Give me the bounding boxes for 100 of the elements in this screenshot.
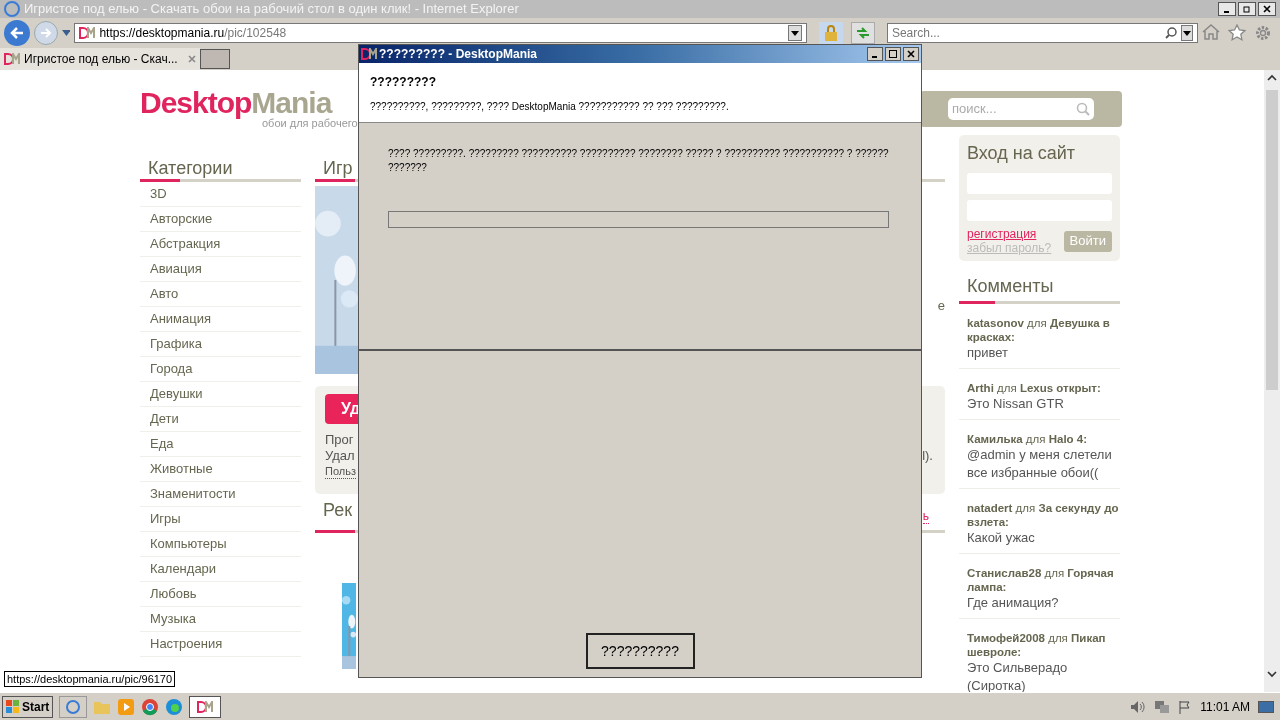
category-link[interactable]: Игры xyxy=(140,507,301,532)
start-button[interactable]: Start xyxy=(2,695,54,718)
category-link[interactable]: Авиация xyxy=(140,257,301,282)
promo-text: Прог xyxy=(325,432,355,448)
category-link[interactable]: Авторские xyxy=(140,207,301,232)
category-link[interactable]: Анимация xyxy=(140,307,301,332)
comment-text: @admin у меня слетели все избранные обои(( xyxy=(967,446,1113,482)
windows-logo-icon xyxy=(6,699,20,714)
minimize-button[interactable] xyxy=(1218,2,1236,16)
padlock-icon xyxy=(825,25,838,41)
comment-text: Это Nissan GTR xyxy=(967,395,1065,413)
home-icon[interactable] xyxy=(1202,24,1220,40)
restore-button[interactable] xyxy=(1238,2,1256,16)
category-link[interactable]: Животные xyxy=(140,457,301,482)
category-link[interactable]: Дети xyxy=(140,407,301,432)
maximize-button[interactable] xyxy=(885,47,901,61)
browser-tab[interactable]: Игристое под елью - Скач... xyxy=(0,48,200,70)
comment-heading[interactable]: natadert для За секунду до взлета: xyxy=(967,501,1120,529)
dialog-button[interactable]: ?????????? xyxy=(585,633,695,669)
new-tab-button[interactable] xyxy=(200,49,230,69)
desktopmania-taskbar-button[interactable] xyxy=(189,695,222,718)
caret-icon xyxy=(791,30,800,36)
scroll-up-icon[interactable] xyxy=(1267,74,1277,82)
comment-text: Это Сильверадо (Сиротка) xyxy=(967,659,1069,692)
text-fragment: е xyxy=(937,297,945,315)
close-icon xyxy=(907,50,915,58)
dialog-header-title: ????????? xyxy=(370,74,437,91)
ie-taskbar-icon[interactable] xyxy=(59,695,88,718)
caret-icon xyxy=(1183,30,1191,36)
close-icon[interactable] xyxy=(188,55,196,63)
category-link[interactable]: Еда xyxy=(140,432,301,457)
forward-button[interactable] xyxy=(33,21,58,45)
search-placeholder: Search... xyxy=(891,25,940,42)
scroll-down-icon[interactable] xyxy=(1267,670,1277,678)
search-icon xyxy=(1165,27,1177,39)
category-link[interactable]: Абстракция xyxy=(140,232,301,257)
settings-icon[interactable] xyxy=(1254,24,1272,42)
close-button[interactable] xyxy=(903,47,919,61)
refresh-arrows-icon xyxy=(856,27,871,39)
lock-button[interactable] xyxy=(819,22,844,44)
section-heading: Комменты xyxy=(966,275,1055,298)
category-link[interactable]: Музыка xyxy=(140,607,301,632)
site-logo-icon xyxy=(197,700,214,713)
flag-icon[interactable] xyxy=(1178,699,1193,714)
show-desktop-button[interactable] xyxy=(1258,700,1274,713)
site-logo-icon xyxy=(361,48,377,60)
section-heading: Рек xyxy=(322,499,353,522)
address-dropdown-button[interactable] xyxy=(788,25,803,41)
minimize-button[interactable] xyxy=(867,47,883,61)
dialog-title: ????????? - DesktopMania xyxy=(379,46,537,63)
site-logo-icon xyxy=(79,27,96,39)
promo-text: Удал xyxy=(325,448,355,464)
category-link[interactable]: Города xyxy=(140,357,301,382)
caret-icon xyxy=(61,30,71,36)
maximize-icon xyxy=(889,50,897,58)
back-button[interactable] xyxy=(4,20,30,46)
speaker-icon[interactable] xyxy=(1130,699,1147,714)
forward-arrow-icon xyxy=(39,28,52,38)
comment-heading[interactable]: Станислав28 для Горячая лампа: xyxy=(967,566,1120,594)
comment-text: привет xyxy=(967,344,1010,362)
scrollbar-thumb[interactable] xyxy=(1266,90,1278,390)
media-player-icon[interactable] xyxy=(117,697,136,716)
dialog-body-text: ???? ?????????. ????????? ?????????? ?????????? ???????? ????? ? ?????????? ??????????? ? ?????? ??????? xyxy=(388,147,890,175)
window-title: Игристое под елью - Скачать обои на рабочий стол в один клик! - Internet Explorer xyxy=(24,0,519,19)
close-icon xyxy=(1263,5,1271,13)
login-title: Вход на сайт xyxy=(967,142,1076,165)
category-link[interactable]: Авто xyxy=(140,282,301,307)
category-link[interactable]: Календари xyxy=(140,557,301,582)
star-icon[interactable] xyxy=(1228,24,1246,41)
section-heading: Игр xyxy=(322,157,353,179)
comment-heading[interactable]: katasonov для Девушка в красках: xyxy=(967,316,1120,344)
comment-heading[interactable]: Камилька для Halo 4: xyxy=(967,432,1120,446)
edge-icon[interactable] xyxy=(165,697,184,716)
section-heading: Категории xyxy=(147,157,234,179)
search-dropdown-button[interactable] xyxy=(1181,25,1193,41)
category-link[interactable]: Любовь xyxy=(140,582,301,607)
search-icon[interactable] xyxy=(1076,102,1090,116)
comment-text: Какой ужас xyxy=(967,529,1036,547)
category-link[interactable]: Графика xyxy=(140,332,301,357)
comment-heading[interactable]: Тимофей2008 для Пикап шевроле: xyxy=(967,631,1120,659)
network-icon[interactable] xyxy=(1154,699,1171,714)
address-field[interactable]: https://desktopmania.ru/pic/102548 xyxy=(74,23,808,43)
category-link[interactable]: Девушки xyxy=(140,382,301,407)
search-field[interactable]: Search... xyxy=(886,23,1198,43)
category-link[interactable]: Настроения xyxy=(140,632,301,657)
promo-link[interactable]: Польз xyxy=(325,464,356,479)
category-link[interactable]: 3D xyxy=(140,182,301,207)
category-link[interactable]: Компьютеры xyxy=(140,532,301,557)
close-button[interactable] xyxy=(1258,2,1276,16)
promo-text: l). xyxy=(922,448,933,464)
chrome-icon[interactable] xyxy=(141,697,160,716)
comment-heading[interactable]: Arthi для Lexus открыт: xyxy=(967,381,1120,395)
clock: 11:01 AM xyxy=(1200,698,1250,716)
register-link[interactable]: регистрация xyxy=(967,227,1052,241)
address-text: https://desktopmania.ru/pic/102548 xyxy=(99,25,287,42)
restore-icon xyxy=(1243,5,1251,13)
status-link-tooltip: https://desktopmania.ru/pic/96170 xyxy=(4,671,176,687)
back-arrow-icon xyxy=(9,27,24,39)
category-link[interactable]: Знаменитости xyxy=(140,482,301,507)
site-logo[interactable]: DesktopMania xyxy=(140,88,358,118)
